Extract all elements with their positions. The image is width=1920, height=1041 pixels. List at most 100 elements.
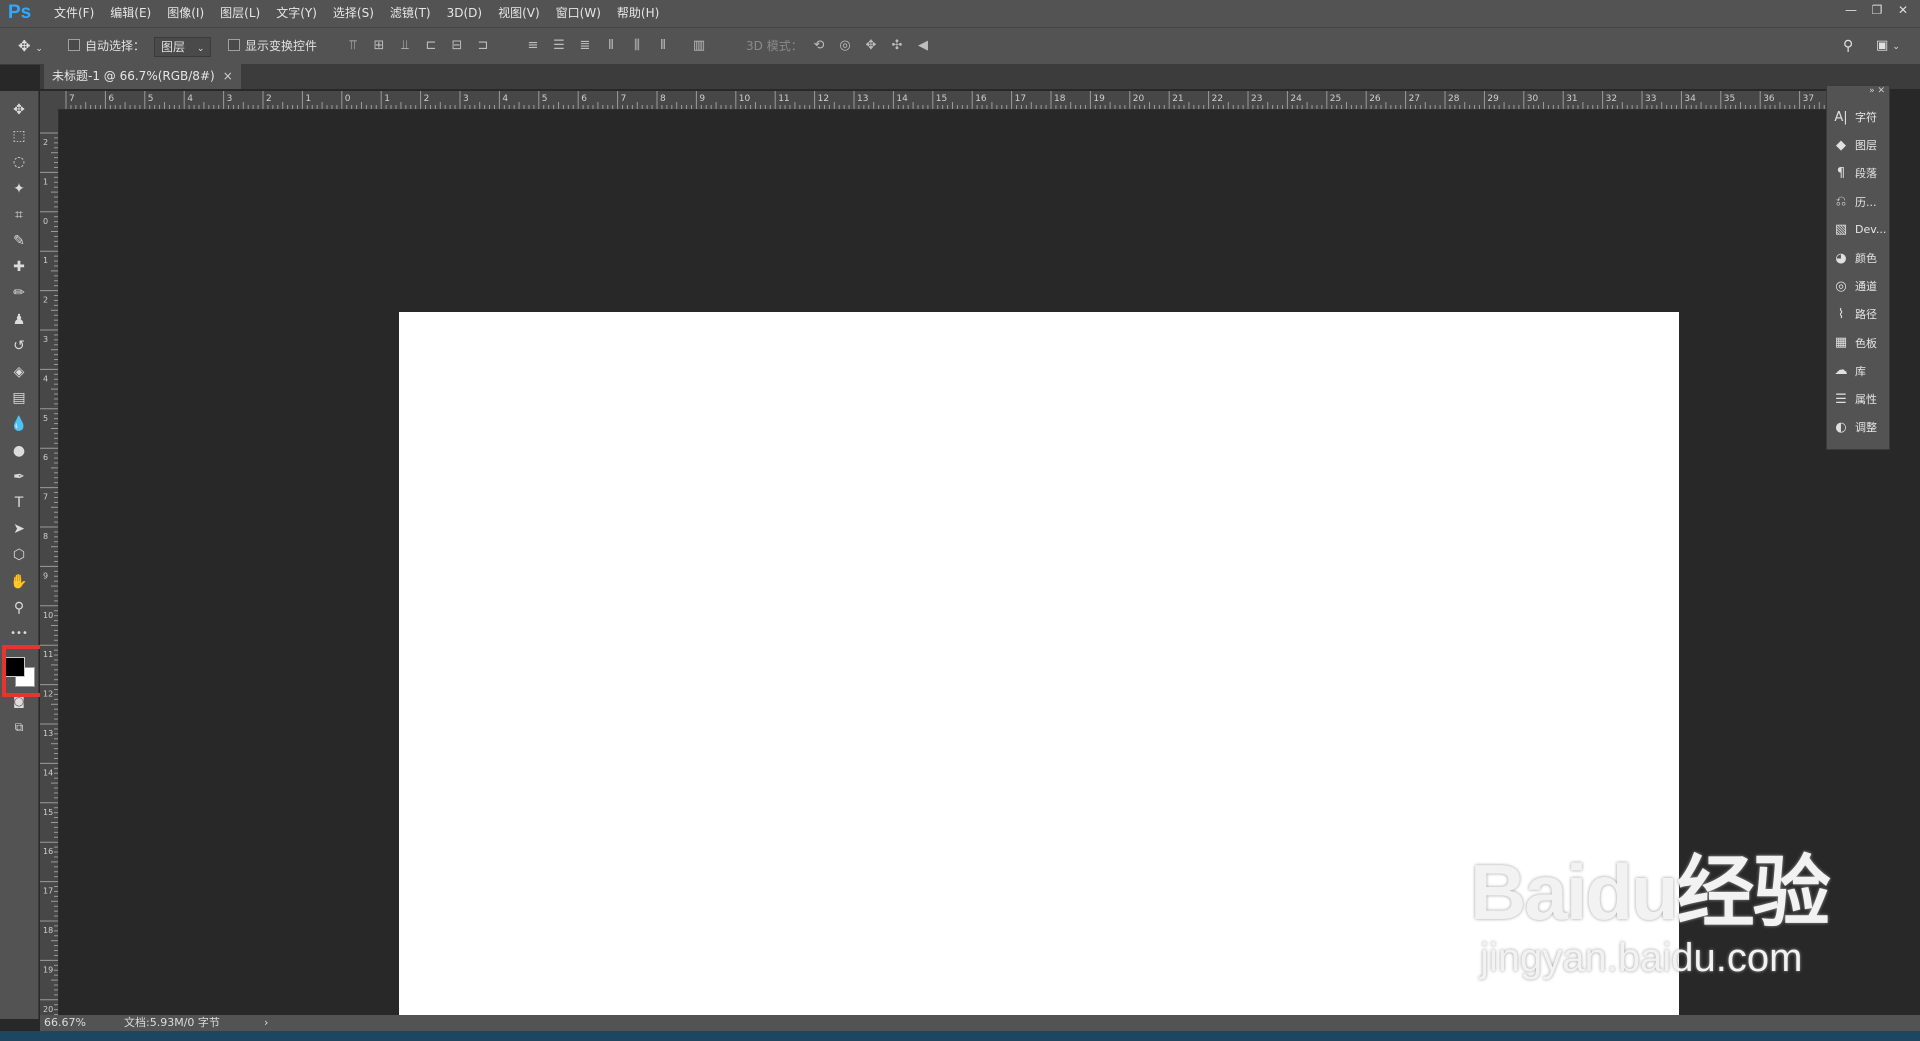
brush-tool-icon[interactable]: ✏ — [4, 282, 34, 304]
healing-tool-icon[interactable]: ✚ — [4, 256, 34, 278]
panel-label: 通道 — [1855, 280, 1877, 294]
panel-button-6[interactable]: ◎ 通道 — [1831, 273, 1889, 299]
hand-tool-icon[interactable]: ✋ — [4, 571, 34, 593]
status-menu-icon[interactable]: › — [264, 1015, 268, 1031]
minimize-button[interactable]: — — [1838, 0, 1864, 20]
move-tool-icon[interactable]: ✥ ⌄ — [18, 28, 43, 64]
align-vcenter-icon[interactable]: ⊞ — [366, 36, 392, 56]
screen-mode-icon[interactable]: ⧉ — [4, 716, 34, 738]
workspace-icon[interactable]: ▣ ⌄ — [1876, 28, 1900, 64]
3d-drag-icon[interactable]: ✥ — [858, 36, 884, 56]
move-tool-icon[interactable]: ✥ — [4, 99, 34, 121]
gradient-tool-icon[interactable]: ▤ — [4, 387, 34, 409]
distribute-left-icon[interactable]: ⦀ — [598, 36, 624, 56]
panel-button-1[interactable]: ◆ 图层 — [1831, 132, 1889, 158]
align-bottom-icon[interactable]: ⫫ — [392, 36, 418, 56]
auto-select-dropdown[interactable]: 图层 ⌄ — [154, 37, 212, 57]
ruler-label: 29 — [1487, 94, 1499, 104]
auto-align-icon[interactable]: ▥ — [686, 36, 712, 56]
menu-image[interactable]: 图像(I) — [159, 0, 212, 27]
distribute-bottom-icon[interactable]: ≣ — [572, 36, 598, 56]
menu-help[interactable]: 帮助(H) — [609, 0, 667, 27]
panel-icon: ▧ — [1834, 222, 1848, 238]
panel-button-0[interactable]: A| 字符 — [1831, 104, 1889, 130]
magic-wand-tool-icon[interactable]: ✦ — [4, 178, 34, 200]
3d-rotate-icon[interactable]: ⟲ — [806, 36, 832, 56]
crop-tool-icon[interactable]: ⌗ — [4, 204, 34, 226]
panel-label: 字符 — [1855, 111, 1877, 124]
ruler-label: 30 — [1527, 94, 1539, 104]
blur-tool-icon[interactable]: 💧 — [4, 413, 34, 435]
marquee-tool-icon[interactable]: ⬚ — [4, 125, 34, 147]
align-right-icon[interactable]: ⊐ — [470, 36, 496, 56]
path-select-tool-icon[interactable]: ➤ — [4, 518, 34, 540]
align-left-icon[interactable]: ⊏ — [418, 36, 444, 56]
menu-layer[interactable]: 图层(L) — [212, 0, 268, 27]
panel-icon: ⌇ — [1837, 306, 1845, 322]
ruler-label: 4 — [187, 94, 193, 104]
horizontal-ruler: 7 6 5 4 3 2 1 0 1 2 3 4 5 6 7 8 9 10 11 12 13 14 15 16 17 18 19 20 2… — [58, 91, 1848, 110]
close-tab-icon[interactable]: × — [223, 69, 233, 83]
menu-window[interactable]: 窗口(W) — [548, 0, 609, 27]
more-tools-icon[interactable]: ••• — [4, 623, 34, 645]
stamp-tool-icon[interactable]: ♟ — [4, 309, 34, 331]
align-hcenter-icon[interactable]: ⊟ — [444, 36, 470, 56]
panel-label: 图层 — [1855, 139, 1877, 153]
menu-file[interactable]: 文件(F) — [46, 0, 102, 27]
distribute-hcenter-icon[interactable]: ⫼ — [624, 36, 650, 56]
panel-button-8[interactable]: ▦ 色板 — [1831, 330, 1889, 356]
panel-icon: ◐ — [1835, 419, 1847, 435]
panel-button-2[interactable]: ¶ 段落 — [1831, 160, 1889, 186]
ruler-label: 6 — [43, 453, 48, 462]
menu-3d[interactable]: 3D(D) — [439, 0, 490, 27]
document-tab[interactable]: 未标题-1 @ 66.7%(RGB/8#) × — [44, 64, 241, 89]
eyedropper-tool-icon[interactable]: ✎ — [4, 230, 34, 252]
menu-type[interactable]: 文字(Y) — [268, 0, 325, 27]
menu-bar: Ps 文件(F) 编辑(E) 图像(I) 图层(L) 文字(Y) 选择(S) 滤… — [0, 0, 1920, 27]
align-top-icon[interactable]: ⫪ — [340, 36, 366, 56]
zoom-tool-icon[interactable]: ⚲ — [4, 597, 34, 619]
type-tool-icon[interactable]: T — [4, 492, 34, 514]
show-transform-label: 显示变换控件 — [245, 39, 318, 53]
panel-label: 历... — [1855, 195, 1877, 209]
ruler-label: 36 — [1763, 94, 1775, 104]
panel-button-7[interactable]: ⌇ 路径 — [1831, 301, 1889, 327]
ruler-label: 0 — [43, 217, 48, 226]
menu-select[interactable]: 选择(S) — [325, 0, 382, 27]
dodge-tool-icon[interactable]: ● — [4, 440, 34, 462]
pen-tool-icon[interactable]: ✒ — [4, 466, 34, 488]
3d-slide-icon[interactable]: ✣ — [884, 36, 910, 56]
restore-button[interactable]: ❐ — [1864, 0, 1890, 20]
panel-button-4[interactable]: ▧ Dev... — [1831, 217, 1889, 243]
auto-select-checkbox[interactable]: 自动选择： — [68, 28, 145, 64]
panel-button-5[interactable]: ◕ 颜色 — [1831, 245, 1889, 271]
panel-button-9[interactable]: ☁ 库 — [1831, 358, 1889, 384]
panel-button-11[interactable]: ◐ 调整 — [1831, 414, 1889, 440]
panel-icon: ◆ — [1836, 137, 1846, 153]
ruler-label: 10 — [739, 94, 751, 104]
ruler-corner — [40, 91, 58, 109]
ruler-label: 37 — [1803, 94, 1814, 104]
eraser-tool-icon[interactable]: ◈ — [4, 361, 34, 383]
3d-roll-icon[interactable]: ◎ — [832, 36, 858, 56]
ruler-label: 21 — [1172, 94, 1183, 104]
distribute-right-icon[interactable]: ⫴ — [650, 36, 676, 56]
menu-edit[interactable]: 编辑(E) — [102, 0, 159, 27]
zoom-level[interactable]: 66.67% — [44, 1015, 86, 1031]
show-transform-checkbox[interactable]: 显示变换控件 — [228, 28, 317, 64]
ruler-label: 2 — [43, 138, 48, 147]
search-icon[interactable]: ⚲ — [1843, 28, 1853, 64]
menu-view[interactable]: 视图(V) — [490, 0, 548, 27]
lasso-tool-icon[interactable]: ◌ — [4, 151, 34, 173]
ruler-label: 3 — [227, 94, 233, 104]
panel-collapse-icon[interactable]: » ✕ — [1869, 86, 1885, 96]
menu-filter[interactable]: 滤镜(T) — [382, 0, 439, 27]
history-brush-tool-icon[interactable]: ↺ — [4, 335, 34, 357]
3d-camera-icon[interactable]: ◀ — [910, 36, 936, 56]
close-button[interactable]: ✕ — [1890, 0, 1916, 20]
shape-tool-icon[interactable]: ⬡ — [4, 544, 34, 566]
panel-button-10[interactable]: ☰ 属性 — [1831, 386, 1889, 412]
distribute-vcenter-icon[interactable]: ☰ — [546, 36, 572, 56]
distribute-top-icon[interactable]: ≡ — [520, 36, 546, 56]
panel-button-3[interactable]: ⎌ 历... — [1831, 189, 1889, 215]
